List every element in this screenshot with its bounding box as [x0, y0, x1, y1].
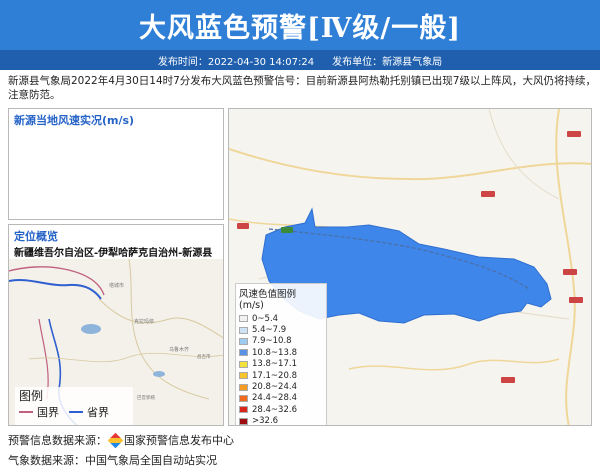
legend-swatch [239, 360, 248, 368]
legend-swatch [239, 326, 248, 334]
warning-map-panel: 风速色值图例 (m/s) 0~5.4 5.4~7.9 7.9~10.8 10.8… [228, 108, 592, 426]
warning-header: 大风蓝色预警[Ⅳ级/一般] [0, 0, 600, 50]
location-region: 新疆维吾尔自治区-伊犁哈萨克自治州-新源县 [14, 248, 213, 259]
publisher: 发布单位：新源县气象局 [332, 56, 443, 68]
warning-center-logo-icon [107, 432, 124, 448]
warning-title: 大风蓝色预警[Ⅳ级/一般] [138, 12, 462, 44]
wind-speed-panel: 新源当地风速实况(m/s) [8, 108, 224, 220]
wind-legend-item: 24.4~28.4 [239, 393, 323, 404]
wind-legend-item: 5.4~7.9 [239, 324, 323, 335]
wind-legend-item: 20.8~24.4 [239, 381, 323, 392]
svg-text:克拉玛依: 克拉玛依 [134, 318, 154, 325]
publish-time: 发布时间：2022-04-30 14:07:24 [157, 56, 315, 68]
provincial-border-swatch [69, 411, 83, 413]
warning-description: 新源县气象局2022年4月30日14时7分发布大风蓝色预警信号：目前新源县阿热勒… [8, 75, 596, 101]
legend-national: 国界 [37, 406, 59, 419]
legend-swatch [239, 315, 248, 323]
legend-swatch [239, 337, 248, 345]
weather-source: 气象数据来源：中国气象局全国自动站实况 [8, 454, 217, 467]
wind-legend-item: 7.9~10.8 [239, 336, 323, 347]
warning-source-line: 预警信息数据来源： 国家预警信息发布中心 [8, 432, 234, 448]
wind-legend-item: 0~5.4 [239, 313, 323, 324]
legend-swatch [239, 394, 248, 402]
legend-swatch [239, 372, 248, 380]
wind-speed-legend: 风速色值图例 (m/s) 0~5.4 5.4~7.9 7.9~10.8 10.8… [235, 283, 327, 425]
wind-panel-title: 新源当地风速实况(m/s) [14, 114, 135, 127]
warning-source-label: 预警信息数据来源： [8, 434, 107, 447]
location-legend: 图例 国界 省界 [15, 387, 133, 425]
wind-legend-title: 风速色值图例 (m/s) [239, 289, 297, 311]
svg-text:昌吉市: 昌吉市 [197, 353, 211, 360]
wind-legend-item: 13.8~17.1 [239, 359, 323, 370]
wind-legend-item: 28.4~32.6 [239, 404, 323, 415]
wind-legend-item: 10.8~13.8 [239, 347, 323, 358]
legend-swatch [239, 349, 248, 357]
weather-source-line: 气象数据来源：中国气象局全国自动站实况 [8, 452, 217, 468]
legend-provincial: 省界 [87, 406, 109, 419]
wind-legend-item: 17.1~20.8 [239, 370, 323, 381]
location-legend-title: 图例 [19, 389, 44, 403]
wind-legend-item: >32.6 [239, 416, 323, 425]
national-border-swatch [19, 411, 33, 413]
legend-swatch [239, 406, 248, 414]
svg-text:乌鲁木齐: 乌鲁木齐 [169, 346, 189, 353]
location-panel-title: 定位概览 [14, 230, 58, 243]
location-panel: 定位概览 新疆维吾尔自治区-伊犁哈萨克自治州-新源县 塔城市 克拉玛依 乌鲁木齐… [8, 224, 224, 426]
legend-swatch [239, 417, 248, 425]
svg-text:巴音郭楞: 巴音郭楞 [137, 394, 155, 401]
publish-info-bar: 发布时间：2022-04-30 14:07:24 发布单位：新源县气象局 [0, 50, 600, 70]
svg-text:塔城市: 塔城市 [109, 282, 124, 289]
legend-swatch [239, 383, 248, 391]
warning-source: 国家预警信息发布中心 [124, 434, 234, 447]
